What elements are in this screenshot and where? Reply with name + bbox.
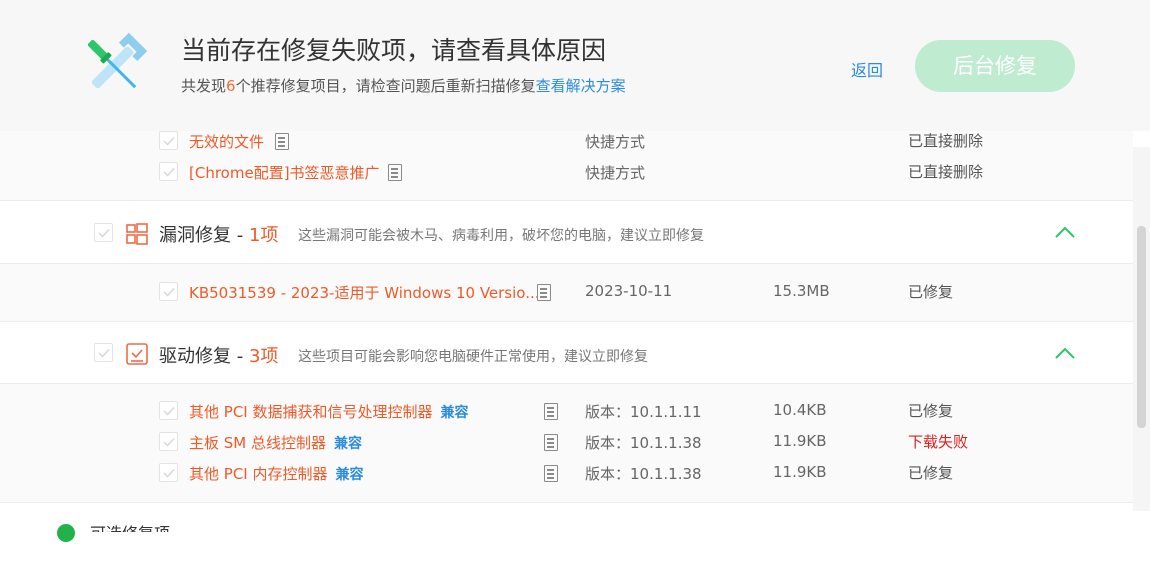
- driver-name: 其他 PCI 数据捕获和信号处理控制器: [189, 403, 433, 421]
- item-name: [Chrome配置]书签恶意推广: [189, 164, 380, 182]
- item-status: 已直接删除: [908, 163, 984, 181]
- chevron-up-icon[interactable]: [1054, 225, 1076, 239]
- header: 当前存在修复失败项，请查看具体原因 共发现6个推荐修复项目，请检查问题后重新扫描…: [0, 0, 1150, 131]
- item-checkbox[interactable]: [159, 432, 178, 451]
- background-repair-button[interactable]: 后台修复: [915, 40, 1075, 92]
- item-status-failed: 下载失败: [908, 433, 969, 451]
- section-title: 漏洞修复 - 1项: [159, 221, 278, 247]
- subtitle-prefix: 共发现: [181, 77, 227, 95]
- compat-tag: 兼容: [440, 405, 469, 421]
- document-icon[interactable]: [537, 284, 551, 301]
- section-header-vulnerability[interactable]: 漏洞修复 - 1项 这些漏洞可能会被木马、病毒利用，破坏您的电脑，建议立即修复: [0, 201, 1133, 264]
- section-dash: -: [231, 346, 249, 367]
- item-status: 已直接删除: [908, 132, 984, 150]
- section-description: 这些项目可能会影响您电脑硬件正常使用，建议立即修复: [298, 349, 648, 365]
- driver-name: 主板 SM 总线控制器: [189, 434, 327, 452]
- divider: [0, 502, 1133, 503]
- chevron-up-icon[interactable]: [1054, 346, 1076, 360]
- compat-tag: 兼容: [334, 436, 363, 452]
- item-name: 其他 PCI 数据捕获和信号处理控制器 兼容: [189, 401, 468, 422]
- section-description: 这些漏洞可能会被木马、病毒利用，破坏您的电脑，建议立即修复: [298, 228, 704, 244]
- list-item: 其他 PCI 内存控制器 兼容 版本：10.1.1.38 11.9KB 已修复: [0, 463, 1133, 487]
- item-status: 已修复: [908, 283, 954, 301]
- driver-icon: [126, 343, 148, 365]
- vulnerability-subitems: KB5031539 - 2023-适用于 Windows 10 Versio..…: [0, 264, 1133, 321]
- section-count: 1项: [248, 225, 279, 246]
- item-version: 版本：10.1.1.11: [585, 403, 702, 421]
- section-title: 驱动修复 - 3项: [159, 342, 278, 368]
- item-checkbox[interactable]: [159, 282, 178, 301]
- repair-tools-icon: [87, 32, 148, 89]
- optional-section-title[interactable]: 可选修复项: [90, 520, 170, 532]
- cleanup-subitems: 无效的文件 快捷方式 已直接删除 [Chrome配置]书签恶意推广 快捷方式 已…: [0, 131, 1133, 200]
- section-checkbox[interactable]: [94, 343, 113, 362]
- list-item: 其他 PCI 数据捕获和信号处理控制器 兼容 版本：10.1.1.11 10.4K…: [0, 401, 1133, 425]
- list-item: [Chrome配置]书签恶意推广 快捷方式 已直接删除: [0, 162, 1133, 193]
- check-icon: [163, 287, 175, 297]
- check-icon: [163, 406, 175, 416]
- page-title: 当前存在修复失败项，请查看具体原因: [181, 36, 607, 65]
- document-icon[interactable]: [544, 403, 558, 420]
- page-subtitle: 共发现6个推荐修复项目，请检查问题后重新扫描修复查看解决方案: [181, 75, 626, 96]
- item-checkbox[interactable]: [159, 162, 178, 181]
- windows-patch-icon: [126, 223, 148, 245]
- section-count: 3项: [248, 346, 279, 367]
- check-icon: [163, 437, 175, 447]
- item-status: 已修复: [908, 402, 954, 420]
- check-icon: [98, 348, 110, 358]
- item-name: 其他 PCI 内存控制器 兼容: [189, 463, 363, 484]
- item-checkbox[interactable]: [159, 131, 178, 150]
- section-dash: -: [231, 225, 249, 246]
- check-icon: [163, 136, 175, 146]
- item-size: 11.9KB: [773, 463, 827, 481]
- item-version: 版本：10.1.1.38: [585, 465, 702, 483]
- item-checkbox[interactable]: [159, 401, 178, 420]
- optional-section-icon: [57, 524, 75, 542]
- item-size: 11.9KB: [773, 432, 827, 450]
- item-name: 无效的文件: [189, 133, 265, 151]
- back-link[interactable]: 返回: [851, 57, 883, 81]
- item-version: 版本：10.1.1.38: [585, 434, 702, 452]
- section-name: 驱动修复: [159, 346, 231, 367]
- document-icon[interactable]: [544, 434, 558, 451]
- item-type: 快捷方式: [585, 133, 646, 151]
- item-name: KB5031539 - 2023-适用于 Windows 10 Versio..…: [189, 284, 540, 302]
- view-solution-link[interactable]: 查看解决方案: [536, 77, 626, 95]
- document-icon[interactable]: [388, 164, 402, 181]
- section-checkbox[interactable]: [94, 223, 113, 242]
- list-item: 无效的文件 快捷方式 已直接删除: [0, 131, 1133, 162]
- item-size: 15.3MB: [773, 282, 830, 300]
- driver-subitems: 其他 PCI 数据捕获和信号处理控制器 兼容 版本：10.1.1.11 10.4K…: [0, 384, 1133, 502]
- document-icon[interactable]: [544, 465, 558, 482]
- scrollbar-thumb[interactable]: [1137, 226, 1146, 428]
- list-item: KB5031539 - 2023-适用于 Windows 10 Versio..…: [0, 282, 1133, 306]
- section-header-driver[interactable]: 驱动修复 - 3项 这些项目可能会影响您电脑硬件正常使用，建议立即修复: [0, 322, 1133, 385]
- item-checkbox[interactable]: [159, 463, 178, 482]
- item-date: 2023-10-11: [585, 282, 673, 300]
- item-name: 主板 SM 总线控制器 兼容: [189, 432, 362, 453]
- repair-result-window: 当前存在修复失败项，请查看具体原因 共发现6个推荐修复项目，请检查问题后重新扫描…: [0, 0, 1150, 584]
- check-icon: [163, 468, 175, 478]
- check-icon: [163, 167, 175, 177]
- subtitle-text: 个推荐修复项目，请检查问题后重新扫描修复: [235, 77, 536, 95]
- document-icon[interactable]: [275, 133, 289, 150]
- item-size: 10.4KB: [773, 401, 827, 419]
- compat-tag: 兼容: [335, 467, 364, 483]
- issue-count: 6: [226, 77, 236, 95]
- item-status: 已修复: [908, 464, 954, 482]
- check-icon: [98, 228, 110, 238]
- repair-list: 无效的文件 快捷方式 已直接删除 [Chrome配置]书签恶意推广 快捷方式 已…: [0, 131, 1133, 584]
- list-item: 主板 SM 总线控制器 兼容 版本：10.1.1.38 11.9KB 下载失败: [0, 432, 1133, 456]
- driver-name: 其他 PCI 内存控制器: [189, 465, 328, 483]
- section-name: 漏洞修复: [159, 225, 231, 246]
- item-type: 快捷方式: [585, 164, 646, 182]
